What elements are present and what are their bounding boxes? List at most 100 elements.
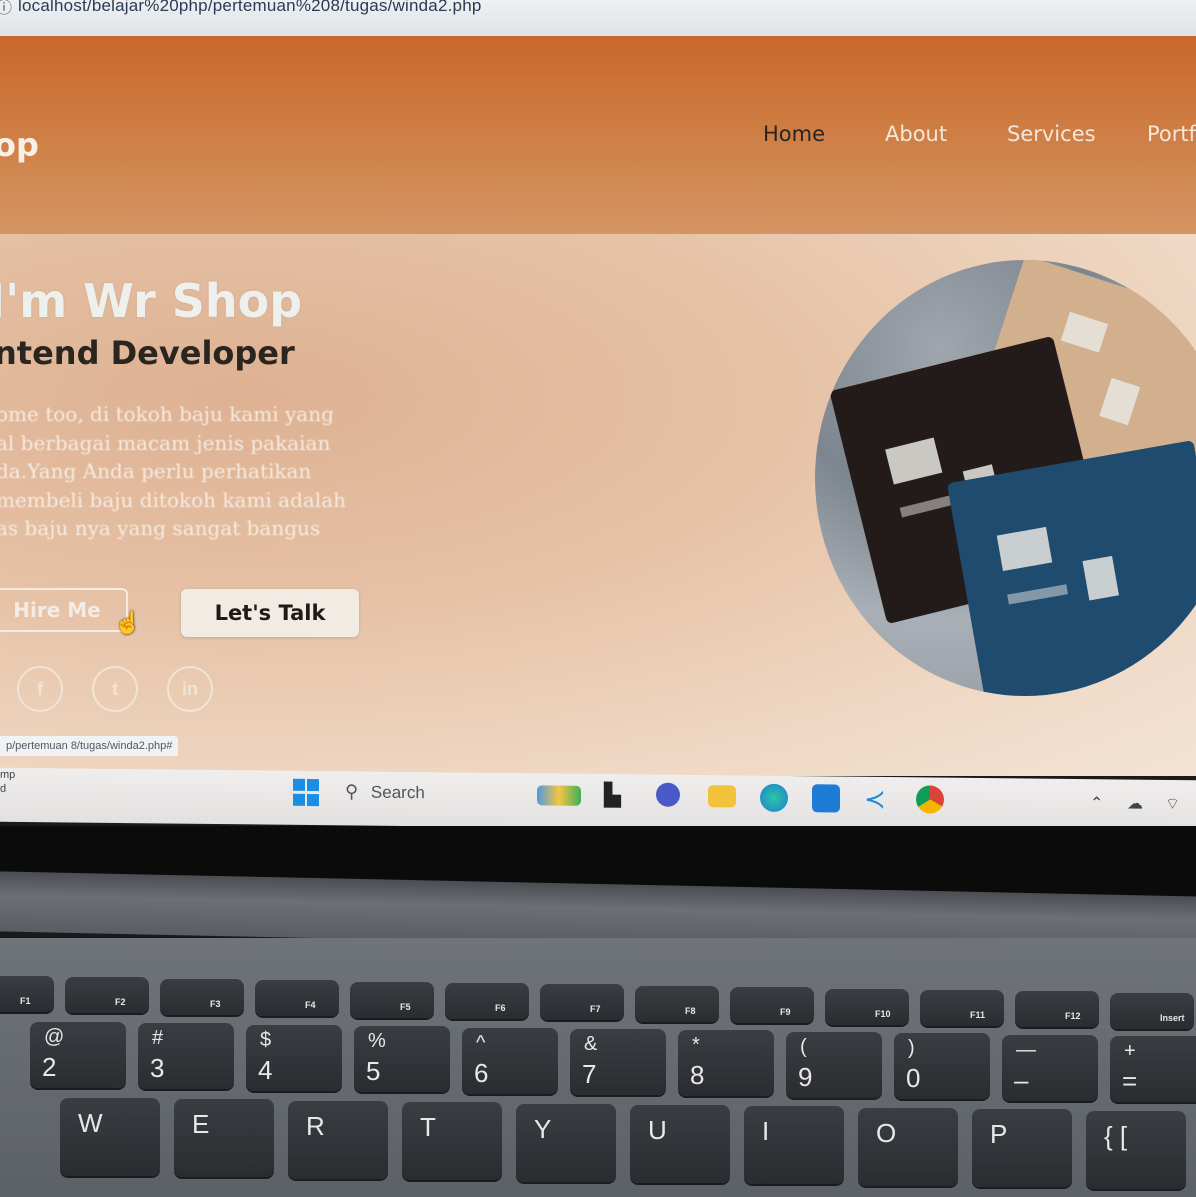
key-shift-label: % <box>368 1030 386 1053</box>
chat-icon[interactable] <box>656 782 680 807</box>
address-url[interactable]: localhost/belajar%20php/pertemuan%208/tu… <box>18 0 482 17</box>
key-6[interactable]: ^ 6 <box>462 1027 558 1094</box>
key-w[interactable]: W <box>60 1098 160 1176</box>
fn-key-f5[interactable]: F5 <box>350 981 434 1018</box>
hero-description-line: membeli baju ditokoh kami adalah <box>0 487 347 512</box>
key-label: 8 <box>690 1060 705 1091</box>
hero-subtitle: ntend Developer <box>0 334 295 372</box>
fn-key-f3[interactable]: F3 <box>160 978 244 1015</box>
key-4[interactable]: $4 <box>246 1024 342 1091</box>
hire-me-button[interactable]: Hire Me <box>0 588 128 632</box>
facebook-icon[interactable]: f <box>17 666 63 712</box>
key-label: – <box>1014 1064 1029 1095</box>
hero-description-line: da.Yang Anda perlu perhatikan <box>0 459 312 483</box>
task-view-icon[interactable]: ▙ <box>604 782 632 810</box>
fn-key-f1[interactable]: F1 <box>0 976 54 1012</box>
wifi-icon[interactable]: ⌔ <box>1165 794 1180 814</box>
key-i[interactable]: I <box>744 1106 844 1185</box>
hero-image <box>815 260 1196 696</box>
fn-key-f2[interactable]: F2 <box>65 977 149 1014</box>
browser-address-bar[interactable]: ⓘ localhost/belajar%20php/pertemuan%208/… <box>0 0 1196 40</box>
key-3[interactable]: #3 <box>138 1023 234 1090</box>
fn-key-f9[interactable]: F9 <box>730 987 814 1024</box>
linkedin-icon[interactable]: in <box>167 666 213 712</box>
key-8[interactable]: * 8 <box>678 1030 774 1097</box>
edge-icon[interactable] <box>760 783 788 812</box>
lets-talk-button[interactable]: Let's Talk <box>181 589 359 637</box>
fn-key-label: F6 <box>495 1003 506 1013</box>
fn-key-label: F8 <box>685 1005 696 1016</box>
nav-portfolio[interactable]: Portf <box>1147 122 1196 146</box>
key-o[interactable]: O <box>858 1107 958 1186</box>
key-label: E <box>192 1109 210 1140</box>
widgets-icon[interactable] <box>537 785 581 806</box>
key-bracketbracketbracket[interactable]: { [ <box>1086 1110 1186 1189</box>
fn-key-f12[interactable]: F12 <box>1015 991 1099 1028</box>
nav-services[interactable]: Services <box>1007 122 1096 146</box>
key-label: Y <box>534 1113 552 1144</box>
hero-description-line: as baju nya yang sangat bangus <box>0 516 321 540</box>
key-9[interactable]: (9 <box>786 1031 882 1098</box>
key-t[interactable]: T <box>402 1102 502 1181</box>
fn-key-label: F10 <box>875 1008 891 1019</box>
fn-key-f6[interactable]: F6 <box>445 983 529 1019</box>
site-header: op Home About Services Portf <box>0 36 1196 234</box>
fn-key-f4[interactable]: F4 <box>255 980 339 1017</box>
key-shift-label: # <box>152 1027 164 1050</box>
key-7[interactable]: & 7 <box>570 1029 666 1095</box>
key-label: R <box>306 1110 325 1141</box>
nav-home[interactable]: Home <box>763 122 825 146</box>
fn-key-f11[interactable]: F11 <box>920 990 1004 1026</box>
taskbar-weather[interactable]: mp d <box>0 768 15 796</box>
key-shift-label: ( <box>800 1035 807 1058</box>
key-shift-label: * <box>692 1034 700 1057</box>
key-label: P <box>990 1119 1008 1150</box>
search-placeholder: Search <box>370 782 425 803</box>
key-0[interactable]: ) 0 <box>894 1033 990 1100</box>
chrome-icon[interactable] <box>916 785 944 814</box>
key-p[interactable]: P <box>972 1109 1072 1188</box>
hero-description-line: ome too, di tokoh baju kami yang <box>0 402 334 426</box>
fn-key-f8[interactable]: F8 <box>635 985 719 1022</box>
fn-key-label: F5 <box>400 1001 411 1012</box>
fn-key-f7[interactable]: F7 <box>540 984 624 1021</box>
key-5[interactable]: % 5 <box>354 1026 450 1093</box>
file-explorer-icon[interactable] <box>708 785 736 808</box>
key-e[interactable]: E <box>174 1099 274 1178</box>
key-shift-label: & <box>584 1033 598 1055</box>
twitter-icon[interactable]: t <box>92 666 138 712</box>
key-label: 9 <box>798 1061 813 1092</box>
key-2[interactable]: @2 <box>30 1022 126 1088</box>
key-label: 4 <box>258 1054 273 1085</box>
nav-about[interactable]: About <box>885 122 947 146</box>
windows-taskbar: mp d ⚲ Search ▙ ≺ ⌃ ☁ ⌔ <box>0 767 1196 835</box>
key-–[interactable]: — – <box>1002 1034 1098 1101</box>
vscode-icon[interactable]: ≺ <box>864 784 892 814</box>
chevron-up-icon[interactable]: ⌃ <box>1090 793 1103 813</box>
store-icon[interactable] <box>812 784 840 813</box>
key-u[interactable]: U <box>630 1105 730 1183</box>
cloud-icon[interactable]: ☁ <box>1127 794 1143 814</box>
key-y[interactable]: Y <box>516 1103 616 1182</box>
key-label: 5 <box>366 1056 381 1087</box>
fn-key-label: F7 <box>590 1004 601 1015</box>
key-label: W <box>78 1108 103 1138</box>
hand-cursor-icon: ☝ <box>114 610 142 635</box>
hero-description-line: al berbagai macam jenis pakaian <box>0 430 331 455</box>
key-r[interactable]: R <box>288 1100 388 1179</box>
hero-description: ome too, di tokoh baju kami yang al berb… <box>0 400 376 543</box>
search-icon: ⚲ <box>345 781 359 802</box>
key-shift-label: @ <box>44 1026 65 1048</box>
taskbar-search[interactable]: ⚲ Search <box>345 781 425 803</box>
fn-key-insert[interactable]: Insert <box>1110 992 1194 1029</box>
fn-key-label: F2 <box>115 997 126 1008</box>
start-icon[interactable] <box>293 778 321 807</box>
key-=[interactable]: + = <box>1110 1036 1196 1102</box>
fn-key-label: Insert <box>1160 1012 1185 1023</box>
key-label: 2 <box>42 1052 57 1082</box>
key-label: 7 <box>582 1059 597 1089</box>
key-shift-label: + <box>1124 1040 1136 1062</box>
site-info-icon[interactable]: ⓘ <box>0 0 12 20</box>
fn-key-f10[interactable]: F10 <box>825 988 909 1025</box>
key-shift-label: ) <box>908 1037 915 1060</box>
